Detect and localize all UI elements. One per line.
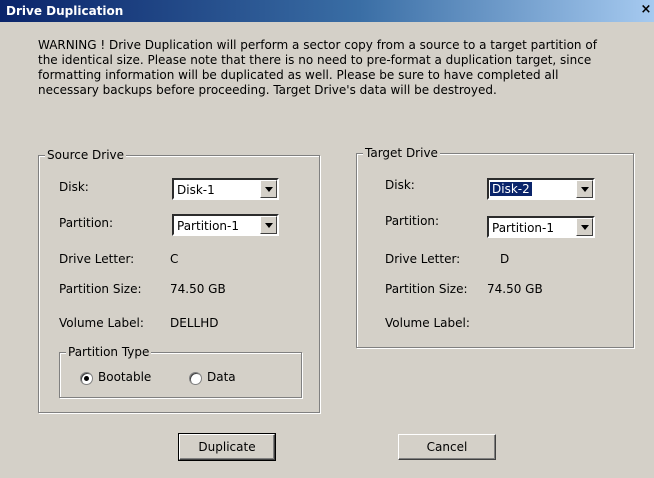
source-partition-value: Partition-1 xyxy=(177,219,239,233)
source-partition-label: Partition: xyxy=(59,216,114,230)
title-bar: Drive Duplication × xyxy=(0,0,654,22)
target-partition-value: Partition-1 xyxy=(492,221,554,235)
target-disk-select[interactable]: Disk-2 xyxy=(487,178,595,200)
partition-type-group-label: Partition Type xyxy=(66,345,152,359)
partition-type-group: Partition Type Bootable Data xyxy=(59,345,302,398)
target-size-label: Partition Size: xyxy=(385,282,468,296)
source-disk-select[interactable]: Disk-1 xyxy=(172,178,279,200)
duplicate-button[interactable]: Duplicate xyxy=(178,433,276,461)
target-disk-value: Disk-2 xyxy=(489,181,533,197)
source-letter-label: Drive Letter: xyxy=(59,252,135,266)
chevron-down-icon[interactable] xyxy=(576,180,593,198)
source-drive-group-label: Source Drive xyxy=(45,148,127,162)
data-radio[interactable] xyxy=(189,372,202,385)
source-volume-value: DELLHD xyxy=(170,316,219,330)
chevron-down-icon[interactable] xyxy=(576,218,593,236)
warning-text: WARNING ! Drive Duplication will perform… xyxy=(38,38,597,97)
source-size-label: Partition Size: xyxy=(59,282,142,296)
bootable-radio[interactable] xyxy=(80,372,93,385)
close-icon[interactable]: × xyxy=(638,2,654,18)
target-letter-value: D xyxy=(500,252,510,266)
source-disk-label: Disk: xyxy=(59,180,89,194)
bootable-radio-label[interactable]: Bootable xyxy=(98,370,151,384)
target-volume-label: Volume Label: xyxy=(385,316,470,330)
cancel-button[interactable]: Cancel xyxy=(398,434,496,460)
drive-duplication-dialog: Drive Duplication × WARNING ! Drive Dupl… xyxy=(0,0,654,478)
chevron-down-icon[interactable] xyxy=(260,180,277,198)
window-title: Drive Duplication xyxy=(6,4,124,18)
source-disk-value: Disk-1 xyxy=(177,183,215,197)
target-partition-label: Partition: xyxy=(385,214,440,228)
target-partition-select[interactable]: Partition-1 xyxy=(487,216,595,238)
source-drive-group: Source Drive Disk: Disk-1 Partition: Par… xyxy=(38,148,320,413)
chevron-down-icon[interactable] xyxy=(260,216,277,234)
target-size-value: 74.50 GB xyxy=(487,282,543,296)
source-partition-select[interactable]: Partition-1 xyxy=(172,214,279,236)
target-drive-group: Target Drive Disk: Disk-2 Partition: Par… xyxy=(356,146,634,348)
data-radio-label[interactable]: Data xyxy=(207,370,236,384)
source-letter-value: C xyxy=(170,252,179,266)
source-size-value: 74.50 GB xyxy=(170,282,226,296)
target-drive-group-label: Target Drive xyxy=(363,146,440,160)
source-volume-label: Volume Label: xyxy=(59,316,144,330)
target-disk-label: Disk: xyxy=(385,178,415,192)
target-letter-label: Drive Letter: xyxy=(385,252,461,266)
